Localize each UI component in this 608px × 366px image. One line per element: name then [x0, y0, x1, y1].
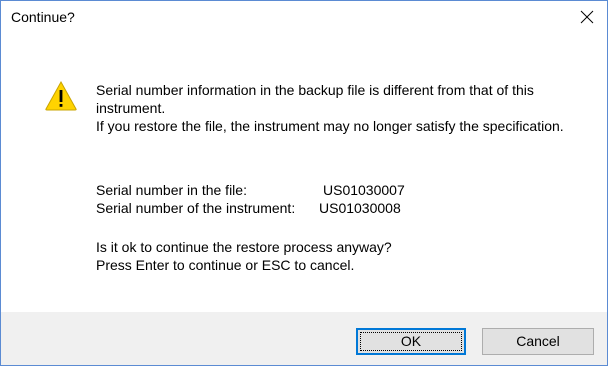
dialog-title: Continue?	[11, 9, 75, 25]
warning-message: Serial number information in the backup …	[96, 81, 586, 135]
message-line-1: Serial number information in the backup …	[96, 82, 534, 116]
cancel-button-label: Cancel	[516, 333, 560, 349]
ok-button[interactable]: OK	[356, 328, 466, 355]
close-icon	[580, 10, 594, 24]
title-bar: Continue?	[1, 1, 607, 33]
continue-dialog: Continue? Serial number information in t…	[0, 0, 608, 366]
warning-icon	[45, 81, 77, 111]
serial-instrument-label: Serial number of the instrument:	[96, 200, 296, 216]
message-line-2: If you restore the file, the instrument …	[96, 118, 564, 134]
question-line-1: Is it ok to continue the restore process…	[96, 239, 392, 255]
focus-ring	[360, 332, 462, 351]
close-button[interactable]	[567, 1, 607, 33]
confirmation-question: Is it ok to continue the restore process…	[96, 238, 392, 274]
serial-file-value: US01030007	[323, 182, 405, 198]
serial-instrument-value: US01030008	[319, 200, 401, 216]
serial-file-label: Serial number in the file:	[96, 182, 247, 198]
button-bar: OK Cancel	[1, 312, 607, 365]
question-line-2: Press Enter to continue or ESC to cancel…	[96, 257, 355, 273]
cancel-button[interactable]: Cancel	[482, 328, 594, 355]
